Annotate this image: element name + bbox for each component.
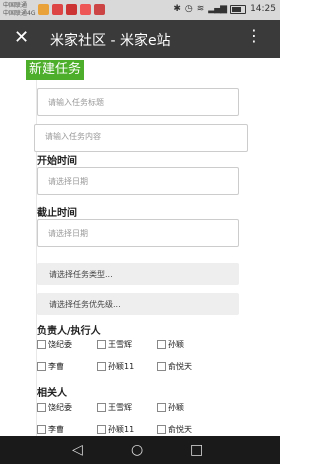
task-type-select[interactable]: 请选择任务类型...: [37, 263, 239, 285]
checkbox-box[interactable]: [97, 362, 106, 371]
checkbox-box[interactable]: [157, 425, 166, 434]
start-time-label: 开始时间: [37, 156, 77, 167]
checkbox-box[interactable]: [97, 425, 106, 434]
task-form: 请输入任务标题 请输入任务内容 开始时间 请选择日期 截止时间 请选择日期 请选…: [34, 80, 251, 436]
checkbox-box[interactable]: [157, 362, 166, 371]
assignee-name: 孙颖11: [108, 362, 135, 371]
related-label: 相关人: [37, 388, 67, 399]
app-notification-icon: [94, 4, 105, 15]
home-icon[interactable]: ○: [131, 442, 143, 458]
related-checkbox[interactable]: 饶纪委: [37, 402, 72, 413]
assignee-checkbox[interactable]: 孙颖11: [97, 361, 134, 372]
related-checkbox[interactable]: 李曹: [37, 424, 64, 435]
close-icon[interactable]: ✕: [14, 27, 29, 48]
related-row: 饶纪委 王雪辉 孙颖: [37, 402, 251, 418]
status-bar: 中国联通 中国联通4G ✱ ◷ ≋ ▂▄▆ 14:25: [0, 0, 280, 20]
related-name: 李曹: [48, 425, 64, 434]
alarm-icon: ◷: [184, 4, 193, 14]
checkbox-box[interactable]: [37, 425, 46, 434]
page-content: 新建任务 请输入任务标题 请输入任务内容 开始时间 请选择日期 截止时间 请选择…: [0, 58, 280, 436]
checkbox-box[interactable]: [37, 403, 46, 412]
app-notification-icon: [66, 4, 77, 15]
assignee-row: 饶纪委 王雪辉 孙颖: [37, 339, 251, 355]
task-content-input[interactable]: 请输入任务内容: [34, 124, 248, 152]
end-date-input[interactable]: 请选择日期: [37, 219, 239, 247]
related-name: 饶纪委: [48, 403, 72, 412]
start-date-input[interactable]: 请选择日期: [37, 167, 239, 195]
assignee-label: 负责人/执行人: [37, 326, 101, 337]
related-name: 王雪辉: [108, 403, 132, 412]
header-title: 米家社区 - 米家e站: [50, 33, 171, 49]
checkbox-box[interactable]: [157, 340, 166, 349]
end-time-label: 截止时间: [37, 208, 77, 219]
system-nav-bar: ◁ ○ □: [0, 436, 280, 464]
related-checkbox[interactable]: 俞悦天: [157, 424, 192, 435]
assignee-name: 孙颖: [168, 340, 184, 349]
assignee-checkbox[interactable]: 李曹: [37, 361, 64, 372]
priority-value: 请选择任务优先级...: [49, 299, 121, 309]
related-name: 孙颖: [168, 403, 184, 412]
carrier-line-1: 中国联通: [3, 2, 28, 9]
assignee-name: 李曹: [48, 362, 64, 371]
checkbox-box[interactable]: [37, 340, 46, 349]
notification-icons: [38, 4, 105, 15]
carrier-info: 中国联通 中国联通4G: [3, 2, 35, 18]
more-vert-icon[interactable]: ⋮: [246, 28, 262, 44]
status-right: ✱ ◷ ≋ ▂▄▆ 14:25: [173, 4, 276, 14]
assignee-checkbox[interactable]: 俞悦天: [157, 361, 192, 372]
checkbox-box[interactable]: [157, 403, 166, 412]
checkbox-box[interactable]: [97, 403, 106, 412]
start-date-placeholder: 请选择日期: [48, 176, 88, 186]
assignee-name: 王雪辉: [108, 340, 132, 349]
back-icon[interactable]: ◁: [72, 442, 83, 458]
task-title-input[interactable]: 请输入任务标题: [37, 88, 239, 116]
task-title-placeholder: 请输入任务标题: [48, 97, 104, 107]
app-notification-icon: [52, 4, 63, 15]
carrier-line-2: 中国联通4G: [3, 10, 36, 17]
end-date-placeholder: 请选择日期: [48, 228, 88, 238]
app-notification-icon: [38, 4, 49, 15]
signal-icon: ▂▄▆: [208, 4, 227, 14]
checkbox-box[interactable]: [37, 362, 46, 371]
task-content-placeholder: 请输入任务内容: [45, 132, 101, 141]
related-checkbox[interactable]: 孙颖: [157, 402, 184, 413]
wifi-icon: ≋: [196, 4, 205, 14]
page-title: 新建任务: [26, 60, 85, 80]
assignee-checkbox[interactable]: 王雪辉: [97, 339, 132, 350]
battery-icon: [230, 4, 247, 14]
related-row: 李曹 孙颖11 俞悦天: [37, 424, 251, 436]
related-checkbox[interactable]: 王雪辉: [97, 402, 132, 413]
assignee-checkbox[interactable]: 饶纪委: [37, 339, 72, 350]
related-checkbox[interactable]: 孙颖11: [97, 424, 134, 435]
related-name: 俞悦天: [168, 425, 192, 434]
checkbox-box[interactable]: [97, 340, 106, 349]
app-header: ✕ 米家社区 - 米家e站 ⋮: [0, 20, 280, 58]
assignee-name: 俞悦天: [168, 362, 192, 371]
task-type-value: 请选择任务类型...: [49, 269, 113, 279]
bluetooth-icon: ✱: [173, 4, 181, 14]
assignee-row: 李曹 孙颖11 俞悦天: [37, 361, 251, 377]
recent-apps-icon[interactable]: □: [190, 442, 203, 458]
app-notification-icon: [80, 4, 91, 15]
assignee-name: 饶纪委: [48, 340, 72, 349]
clock: 14:25: [250, 4, 276, 14]
priority-select[interactable]: 请选择任务优先级...: [37, 293, 239, 315]
assignee-checkbox[interactable]: 孙颖: [157, 339, 184, 350]
related-name: 孙颖11: [108, 425, 135, 434]
